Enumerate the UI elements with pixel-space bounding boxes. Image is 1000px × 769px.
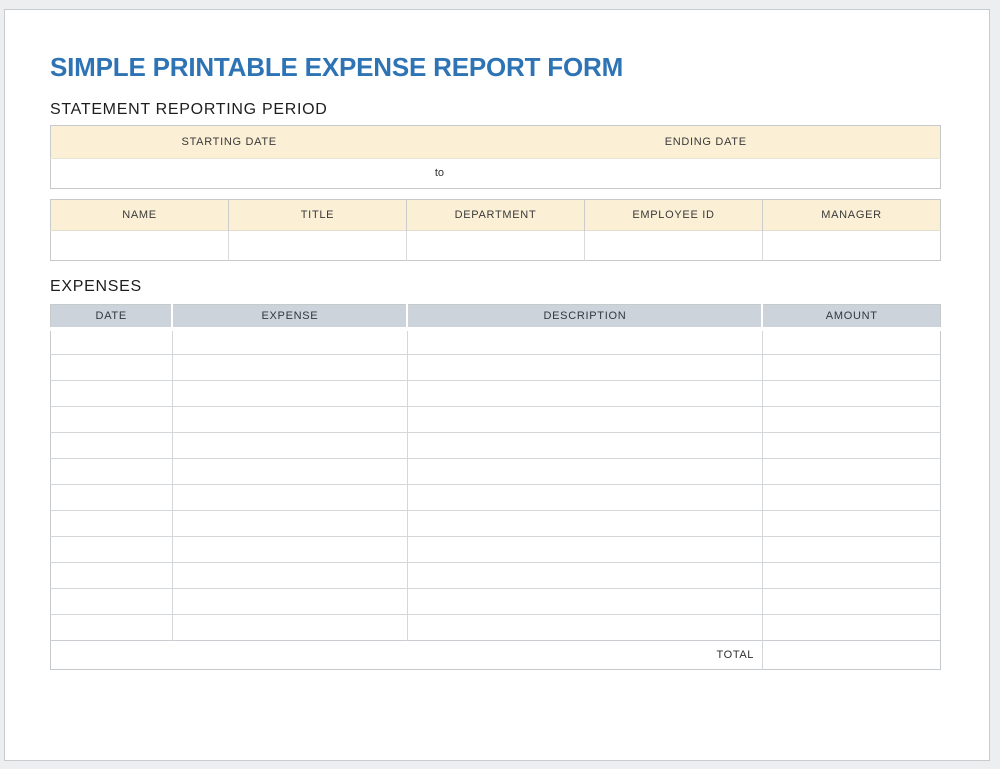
expense-expense-field[interactable] <box>172 381 407 407</box>
expense-amount-field[interactable] <box>762 537 940 563</box>
expense-row <box>51 381 941 407</box>
expense-description-field[interactable] <box>407 485 762 511</box>
expense-amount-field[interactable] <box>762 433 940 459</box>
expense-expense-field[interactable] <box>172 329 407 355</box>
column-header-manager: MANAGER <box>763 199 941 230</box>
expense-row <box>51 511 941 537</box>
column-header-title: TITLE <box>229 199 407 230</box>
expense-date-field[interactable] <box>51 615 173 641</box>
expense-description-field[interactable] <box>407 381 762 407</box>
header-spacer-cell <box>407 125 471 158</box>
starting-date-field[interactable] <box>51 158 408 188</box>
to-label: to <box>407 158 471 188</box>
expense-amount-field[interactable] <box>762 355 940 381</box>
column-header-department: DEPARTMENT <box>407 199 585 230</box>
column-header-date: DATE <box>51 305 173 329</box>
total-label: TOTAL <box>51 641 763 670</box>
expense-expense-field[interactable] <box>172 563 407 589</box>
employee-info-table: NAME TITLE DEPARTMENT EMPLOYEE ID MANAGE… <box>50 199 941 261</box>
expense-description-field[interactable] <box>407 589 762 615</box>
expense-amount-field[interactable] <box>762 459 940 485</box>
expense-description-field[interactable] <box>407 563 762 589</box>
expense-amount-field[interactable] <box>762 407 940 433</box>
expense-date-field[interactable] <box>51 433 173 459</box>
reporting-period-table: STARTING DATE ENDING DATE to <box>50 125 941 189</box>
expense-date-field[interactable] <box>51 537 173 563</box>
expense-amount-field[interactable] <box>762 511 940 537</box>
expense-date-field[interactable] <box>51 381 173 407</box>
column-header-name: NAME <box>51 199 229 230</box>
expense-date-field[interactable] <box>51 563 173 589</box>
ending-date-field[interactable] <box>471 158 940 188</box>
expense-expense-field[interactable] <box>172 355 407 381</box>
reporting-period-value-row: to <box>51 158 941 188</box>
expense-date-field[interactable] <box>51 329 173 355</box>
expense-row <box>51 355 941 381</box>
expense-date-field[interactable] <box>51 407 173 433</box>
column-header-employee-id: EMPLOYEE ID <box>585 199 763 230</box>
expense-description-field[interactable] <box>407 355 762 381</box>
column-header-ending-date: ENDING DATE <box>471 125 940 158</box>
column-header-starting-date: STARTING DATE <box>51 125 408 158</box>
expense-date-field[interactable] <box>51 589 173 615</box>
expense-row <box>51 589 941 615</box>
section-heading-reporting-period: STATEMENT REPORTING PERIOD <box>50 101 941 119</box>
expense-row <box>51 407 941 433</box>
expense-row <box>51 459 941 485</box>
expense-date-field[interactable] <box>51 485 173 511</box>
manager-field[interactable] <box>763 230 941 260</box>
expense-expense-field[interactable] <box>172 407 407 433</box>
name-field[interactable] <box>51 230 229 260</box>
expense-date-field[interactable] <box>51 355 173 381</box>
expenses-table-body <box>51 329 941 641</box>
document-page: SIMPLE PRINTABLE EXPENSE REPORT FORM STA… <box>4 9 990 761</box>
expense-amount-field[interactable] <box>762 381 940 407</box>
expense-description-field[interactable] <box>407 459 762 485</box>
column-header-expense: EXPENSE <box>172 305 407 329</box>
expense-amount-field[interactable] <box>762 485 940 511</box>
expenses-header-row: DATE EXPENSE DESCRIPTION AMOUNT <box>51 305 941 329</box>
expense-row <box>51 615 941 641</box>
employee-info-value-row <box>51 230 941 260</box>
department-field[interactable] <box>407 230 585 260</box>
total-amount-field[interactable] <box>762 641 940 670</box>
expense-description-field[interactable] <box>407 433 762 459</box>
expense-amount-field[interactable] <box>762 329 940 355</box>
expense-description-field[interactable] <box>407 615 762 641</box>
expense-date-field[interactable] <box>51 511 173 537</box>
expense-description-field[interactable] <box>407 407 762 433</box>
title-field[interactable] <box>229 230 407 260</box>
expense-description-field[interactable] <box>407 511 762 537</box>
expense-amount-field[interactable] <box>762 589 940 615</box>
expense-amount-field[interactable] <box>762 615 940 641</box>
reporting-period-header-row: STARTING DATE ENDING DATE <box>51 125 941 158</box>
column-header-amount: AMOUNT <box>762 305 940 329</box>
expense-expense-field[interactable] <box>172 589 407 615</box>
expenses-total-row: TOTAL <box>51 641 941 670</box>
expense-expense-field[interactable] <box>172 485 407 511</box>
expense-description-field[interactable] <box>407 537 762 563</box>
expense-amount-field[interactable] <box>762 563 940 589</box>
section-heading-expenses: EXPENSES <box>50 278 941 296</box>
expenses-table: DATE EXPENSE DESCRIPTION AMOUNT TOTAL <box>50 304 941 670</box>
expense-row <box>51 329 941 355</box>
expense-row <box>51 563 941 589</box>
expense-expense-field[interactable] <box>172 433 407 459</box>
expense-row <box>51 433 941 459</box>
employee-info-header-row: NAME TITLE DEPARTMENT EMPLOYEE ID MANAGE… <box>51 199 941 230</box>
expense-row <box>51 485 941 511</box>
expense-description-field[interactable] <box>407 329 762 355</box>
expense-date-field[interactable] <box>51 459 173 485</box>
expense-expense-field[interactable] <box>172 511 407 537</box>
expense-expense-field[interactable] <box>172 615 407 641</box>
page-title: SIMPLE PRINTABLE EXPENSE REPORT FORM <box>50 54 941 80</box>
expense-row <box>51 537 941 563</box>
employee-id-field[interactable] <box>585 230 763 260</box>
expense-expense-field[interactable] <box>172 537 407 563</box>
expense-expense-field[interactable] <box>172 459 407 485</box>
column-header-description: DESCRIPTION <box>407 305 762 329</box>
